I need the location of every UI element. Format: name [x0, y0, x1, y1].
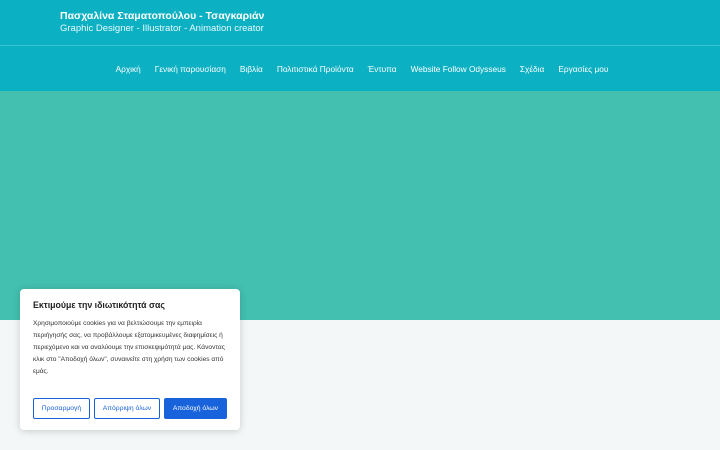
cookie-consent-banner: Εκτιμούμε την ιδιωτικότητά σας Χρησιμοπο… [20, 289, 240, 430]
accept-all-button[interactable]: Αποδοχή όλων [164, 398, 227, 419]
main-navigation: Αρχική Γενική παρουσίαση Βιβλία Πολιτιστ… [0, 45, 720, 91]
nav-menu: Αρχική Γενική παρουσίαση Βιβλία Πολιτιστ… [0, 46, 720, 92]
nav-item-home[interactable]: Αρχική [116, 64, 141, 74]
hero-banner [0, 91, 720, 320]
nav-item-website-follow-odysseus[interactable]: Website Follow Odysseus [411, 64, 506, 74]
site-tagline: Graphic Designer - Illustrator - Animati… [60, 23, 264, 34]
nav-item-prints[interactable]: Έντυπα [368, 64, 397, 74]
site-title[interactable]: Πασχαλίνα Σταματοπούλου - Τσαγκαριάν [60, 10, 264, 22]
cookie-title: Εκτιμούμε την ιδιωτικότητά σας [33, 300, 166, 310]
nav-item-my-works[interactable]: Εργασίες μου [558, 64, 608, 74]
cookie-description: Χρησιμοποιούμε cookies για να βελτιώσουμ… [33, 320, 225, 375]
nav-item-overview[interactable]: Γενική παρουσίαση [155, 64, 226, 74]
reject-all-button[interactable]: Απόρριψη όλων [94, 398, 160, 419]
nav-item-drawings[interactable]: Σχέδια [520, 64, 544, 74]
site-header: Πασχαλίνα Σταματοπούλου - Τσαγκαριάν Gra… [0, 0, 720, 45]
nav-item-books[interactable]: Βιβλία [240, 64, 263, 74]
customize-button[interactable]: Προσαρμογή [33, 398, 90, 419]
nav-item-cultural-products[interactable]: Πολιτιστικά Προϊόντα [277, 64, 354, 74]
